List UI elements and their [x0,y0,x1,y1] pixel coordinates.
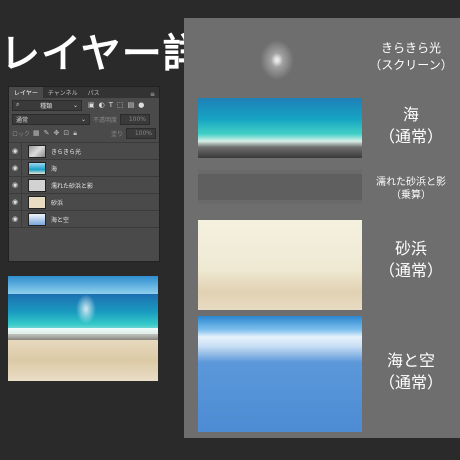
eye-icon[interactable]: ◉ [9,181,21,189]
layer-name: 海 [51,165,58,173]
layer-sample-sand [198,220,362,310]
glitter-highlight [260,40,294,80]
layer-label: 海と空 （通常） [362,350,460,394]
layer-row[interactable]: ◉ 海 [9,159,159,176]
blend-mode-select[interactable]: 通常 ⌄ [12,113,90,125]
blend-mode-label: 通常 [16,116,29,124]
layers-panel: レイヤー チャンネル パス ≡ ⌕ 種類 ⌄ ▣ ◐ T ⬚ ▤ ● 通常 ⌄ … [8,86,160,262]
kind-filter-label: 種類 [40,102,53,110]
layer-label-blend-mode: （通常） [378,373,443,392]
tab-channels[interactable]: チャンネル [43,87,83,98]
layer-row[interactable]: ◉ 砂浜 [9,193,159,210]
panel-tabs: レイヤー チャンネル パス ≡ [9,87,159,98]
eye-icon[interactable]: ◉ [9,215,21,223]
layer-thumbnail [28,212,46,226]
layer-thumbnail [28,178,46,192]
composite-preview-image [8,276,158,381]
lock-all-icon[interactable]: 🔒︎ [73,129,77,138]
tab-layers[interactable]: レイヤー [9,87,43,98]
filter-icons: ▣ ◐ T ⬚ ▤ ● [88,101,144,109]
layer-list: ◉ きらきら光 ◉ 海 ◉ 濡れた砂浜と影 ◉ 砂浜 ◉ 海と空 [9,142,159,228]
eye-icon[interactable]: ◉ [9,198,21,206]
layer-name: きらきら光 [51,148,82,156]
smart-object-filter-icon[interactable]: ▤ [128,101,135,109]
tab-paths[interactable]: パス [83,87,105,98]
layer-row[interactable]: ◉ 海と空 [9,210,159,228]
eye-icon[interactable]: ◉ [9,164,21,172]
divider [21,160,22,176]
layer-label: 砂浜 （通常） [362,238,460,282]
layer-row[interactable]: ◉ 濡れた砂浜と影 [9,176,159,193]
layer-sample-wet-sand [198,170,362,204]
lock-position-icon[interactable]: ✥ [54,129,60,138]
divider [21,211,22,227]
layer-thumbnail [28,195,46,209]
menu-icon[interactable]: ≡ [146,91,159,98]
layer-label-name: きらきら光 [380,41,441,55]
fill-label: 塗り [110,130,123,138]
opacity-label: 不透明度 [93,116,118,124]
fill-field[interactable]: 100% [126,127,156,139]
layer-label: 濡れた砂浜と影 （乗算） [362,176,460,202]
layer-name: 海と空 [51,216,70,224]
lock-icons: ▦ ✎ ✥ ⊡ 🔒︎ [33,129,77,138]
layer-label-name: 海と空 [386,351,435,370]
chevron-down-icon: ⌄ [80,115,86,123]
layer-row[interactable]: ◉ きらきら光 [9,142,159,159]
layer-name: 砂浜 [51,199,64,207]
lock-transparency-icon[interactable]: ▦ [33,129,40,138]
composite-sky [8,276,158,294]
composite-glint [76,294,96,324]
shape-filter-icon[interactable]: ⬚ [117,101,124,109]
composite-sand [8,340,158,381]
lock-row: ロック ▦ ✎ ✥ ⊡ 🔒︎ 塗り 100% [9,126,159,140]
layer-sample-sea [198,98,362,158]
divider [21,194,22,210]
layer-label-blend-mode: （通常） [378,127,443,146]
blend-row: 通常 ⌄ 不透明度 100% [9,112,159,126]
layer-sample-sea-sky [198,316,362,432]
layer-label-name: 濡れた砂浜と影 [376,177,446,188]
layer-thumbnail [28,144,46,158]
layer-label: きらきら光 （スクリーン） [362,40,460,74]
layer-thumbnail [28,161,46,175]
opacity-field[interactable]: 100% [120,113,151,125]
divider [21,143,22,159]
lock-paint-icon[interactable]: ✎ [44,129,50,138]
layer-label-blend-mode: （スクリーン） [369,58,453,72]
wet-sand-shadow [198,174,362,200]
layer-sample-glitter [198,28,362,98]
chevron-down-icon: ⌄ [72,101,78,109]
type-filter-icon[interactable]: T [109,101,113,109]
layer-name: 濡れた砂浜と影 [51,182,94,190]
layer-label: 海 （通常） [362,104,460,148]
filter-toggle-icon[interactable]: ● [138,101,144,109]
adjustment-filter-icon[interactable]: ◐ [99,101,105,109]
kind-filter-select[interactable]: ⌕ 種類 ⌄ [12,99,82,111]
eye-icon[interactable]: ◉ [9,147,21,155]
filter-row: ⌕ 種類 ⌄ ▣ ◐ T ⬚ ▤ ● [9,98,159,112]
lock-label: ロック [12,130,31,138]
lock-artboard-icon[interactable]: ⊡ [63,129,69,138]
search-icon: ⌕ [16,101,20,108]
layer-label-blend-mode: （乗算） [391,190,431,201]
divider [21,177,22,193]
layer-label-blend-mode: （通常） [378,261,443,280]
layer-label-name: 砂浜 [394,239,427,258]
pixel-filter-icon[interactable]: ▣ [88,101,95,109]
layer-label-name: 海 [402,105,419,124]
